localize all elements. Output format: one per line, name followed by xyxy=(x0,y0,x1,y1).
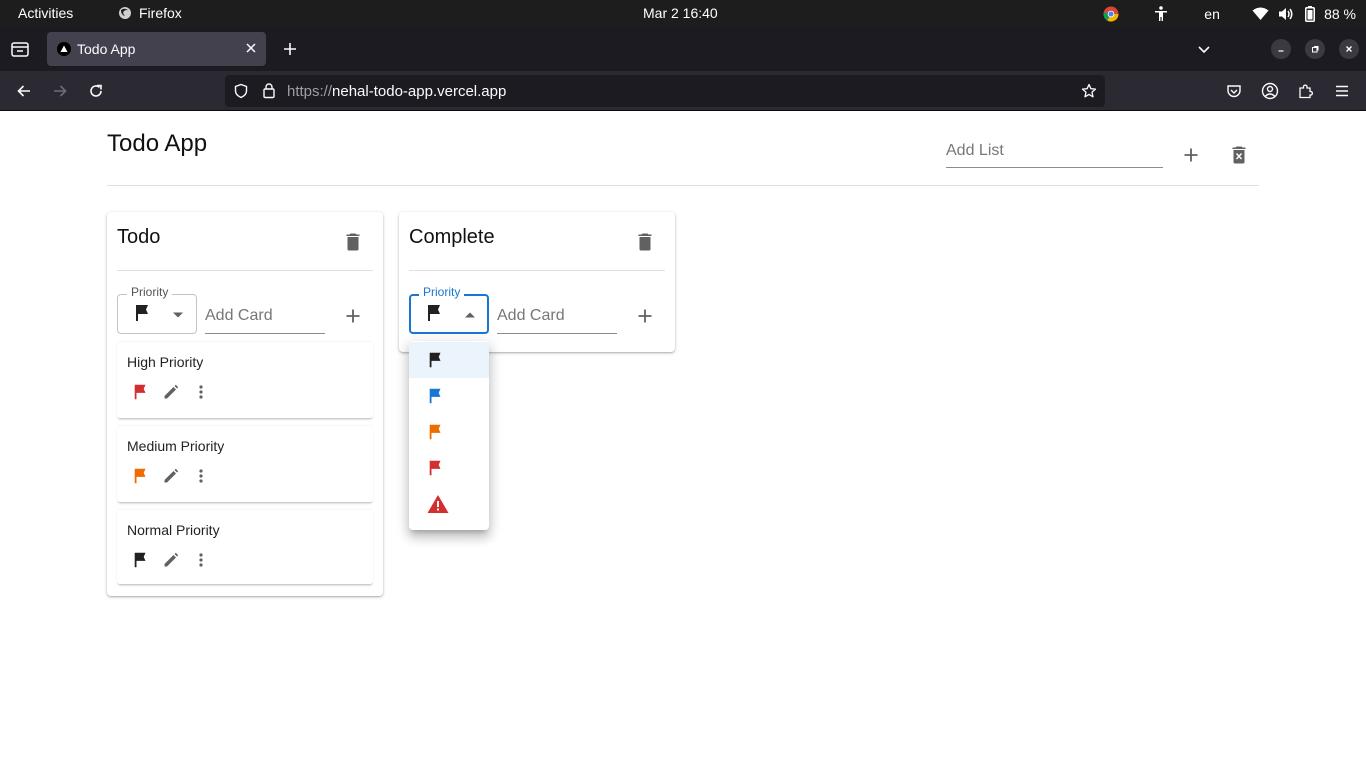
back-arrow-icon[interactable] xyxy=(12,79,36,103)
list-todo: Todo Priority High Priority xyxy=(107,212,383,596)
extensions-icon[interactable] xyxy=(1294,79,1318,103)
priority-option-blue[interactable] xyxy=(409,378,489,414)
more-vert-icon[interactable] xyxy=(189,466,213,486)
priority-option-red[interactable] xyxy=(409,450,489,486)
volume-icon[interactable] xyxy=(1276,7,1296,21)
priority-option-black[interactable] xyxy=(409,342,489,378)
browser-tab-strip: Todo App xyxy=(0,27,1366,71)
system-tray[interactable]: en 88 % xyxy=(1101,0,1356,27)
header-divider xyxy=(107,185,1259,186)
flag-icon[interactable] xyxy=(129,382,153,402)
add-card-field[interactable] xyxy=(205,302,325,334)
caret-down-icon[interactable] xyxy=(172,311,184,319)
url-host: nehal-todo-app.vercel.app xyxy=(332,83,507,100)
chrome-icon[interactable] xyxy=(1101,6,1121,22)
priority-select[interactable]: Priority xyxy=(117,285,197,334)
priority-option-orange[interactable] xyxy=(409,414,489,450)
edit-icon[interactable] xyxy=(159,382,183,402)
priority-label: Priority xyxy=(419,285,465,299)
add-card-input[interactable] xyxy=(497,302,617,325)
page-content: Todo App Todo Priority xyxy=(0,112,1366,768)
priority-select[interactable]: Priority xyxy=(409,285,489,334)
card-title: High Priority xyxy=(127,354,204,370)
flag-icon xyxy=(427,459,445,477)
priority-option-urgent[interactable] xyxy=(409,486,489,522)
tab-title: Todo App xyxy=(77,41,136,57)
priority-label: Priority xyxy=(127,285,173,299)
app-name: Firefox xyxy=(139,5,182,21)
app-menu[interactable]: Firefox xyxy=(118,5,182,21)
card-title: Medium Priority xyxy=(127,438,225,454)
browser-navigation-bar: https://nehal-todo-app.vercel.app xyxy=(0,71,1366,111)
url-bar[interactable]: https://nehal-todo-app.vercel.app xyxy=(225,75,1105,107)
language-indicator[interactable]: en xyxy=(1201,6,1223,22)
minimize-icon[interactable] xyxy=(1271,39,1291,59)
battery-icon[interactable] xyxy=(1302,5,1318,22)
list-title: Complete xyxy=(409,226,495,248)
vercel-icon xyxy=(57,42,71,56)
flag-icon xyxy=(427,423,445,441)
firefox-view-icon[interactable] xyxy=(8,37,32,61)
list-divider xyxy=(409,270,665,271)
flag-icon[interactable] xyxy=(129,466,153,486)
card-item[interactable]: Medium Priority xyxy=(117,426,373,502)
list-divider xyxy=(117,270,373,271)
shield-icon[interactable] xyxy=(233,83,249,99)
priority-dropdown-menu xyxy=(409,341,489,530)
warning-icon xyxy=(427,494,449,514)
list-title: Todo xyxy=(117,226,161,248)
add-card-input[interactable] xyxy=(205,302,325,325)
window-close-icon[interactable] xyxy=(1339,39,1359,59)
account-icon[interactable] xyxy=(1258,79,1282,103)
chevron-down-icon[interactable] xyxy=(1192,37,1216,61)
more-vert-icon[interactable] xyxy=(189,550,213,570)
edit-icon[interactable] xyxy=(159,466,183,486)
maximize-icon[interactable] xyxy=(1305,39,1325,59)
card-item[interactable]: Normal Priority xyxy=(117,510,373,584)
reload-icon[interactable] xyxy=(84,79,108,103)
url-text[interactable]: https://nehal-todo-app.vercel.app xyxy=(287,83,506,100)
firefox-icon xyxy=(118,6,132,20)
caret-up-icon[interactable] xyxy=(464,311,476,319)
delete-all-icon[interactable] xyxy=(1225,141,1253,169)
close-icon[interactable] xyxy=(244,41,258,55)
add-card-button[interactable] xyxy=(631,302,659,330)
flag-icon xyxy=(427,387,445,405)
flag-icon xyxy=(427,351,445,369)
flag-icon xyxy=(134,303,152,323)
url-scheme: https:// xyxy=(287,83,333,100)
battery-percentage[interactable]: 88 % xyxy=(1324,6,1356,22)
more-vert-icon[interactable] xyxy=(189,382,213,402)
clock[interactable]: Mar 2 16:40 xyxy=(643,5,718,21)
trash-icon[interactable] xyxy=(633,230,657,254)
card-item[interactable]: High Priority xyxy=(117,342,373,418)
pocket-icon[interactable] xyxy=(1222,79,1246,103)
card-title: Normal Priority xyxy=(127,522,220,538)
add-list-button[interactable] xyxy=(1177,141,1205,169)
edit-icon[interactable] xyxy=(159,550,183,570)
add-card-button[interactable] xyxy=(339,302,367,330)
add-list-field[interactable] xyxy=(946,138,1163,168)
new-tab-icon[interactable] xyxy=(278,37,302,61)
activities-button[interactable]: Activities xyxy=(18,5,73,21)
lock-icon[interactable] xyxy=(261,82,277,99)
tab-todo-app[interactable]: Todo App xyxy=(47,32,266,66)
trash-icon[interactable] xyxy=(341,230,365,254)
wifi-icon[interactable] xyxy=(1250,7,1270,21)
accessibility-icon[interactable] xyxy=(1151,5,1171,22)
add-list-input[interactable] xyxy=(946,138,1163,160)
star-icon[interactable] xyxy=(1081,83,1097,99)
flag-icon[interactable] xyxy=(129,550,153,570)
list-complete: Complete Priority xyxy=(399,212,675,352)
system-top-bar: Activities Firefox Mar 2 16:40 en 88 % xyxy=(0,0,1366,27)
page-title: Todo App xyxy=(107,130,208,157)
flag-icon xyxy=(426,303,444,323)
forward-arrow-icon[interactable] xyxy=(48,79,72,103)
add-card-field[interactable] xyxy=(497,302,617,334)
menu-icon[interactable] xyxy=(1330,79,1354,103)
